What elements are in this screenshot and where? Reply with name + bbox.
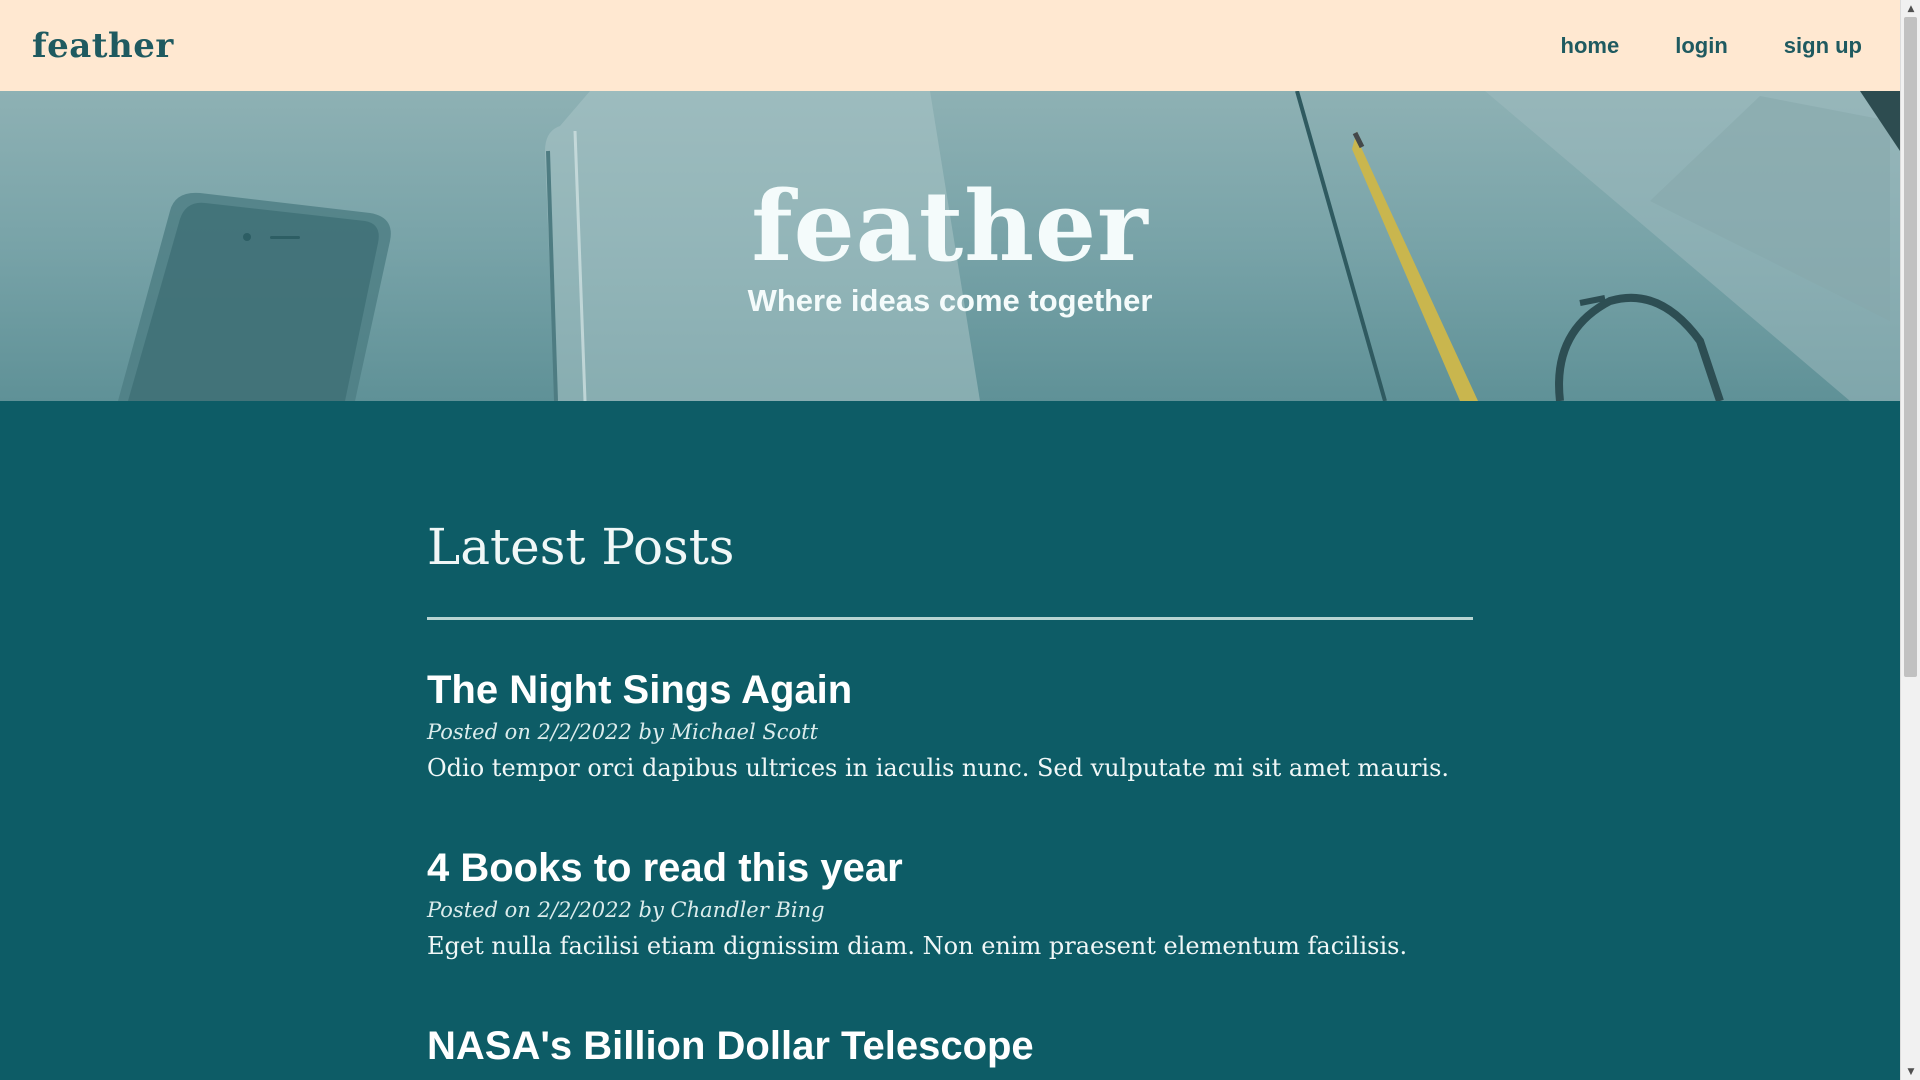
- hero-banner: feather Where ideas come together: [0, 91, 1900, 401]
- nav-link-home[interactable]: home: [1561, 33, 1620, 59]
- post-excerpt: Odio tempor orci dapibus ultrices in iac…: [427, 754, 1450, 782]
- main-content: Latest Posts The Night Sings Again Poste…: [0, 401, 1900, 1080]
- hero-title: feather: [751, 170, 1149, 283]
- nav-link-login[interactable]: login: [1675, 33, 1728, 59]
- post-meta: Posted on 2/2/2022 by Michael Scott: [427, 720, 819, 744]
- navbar: feather home login sign up: [0, 0, 1900, 91]
- hero-content: feather Where ideas come together: [0, 179, 1900, 319]
- page-scrollbar[interactable]: ▲ ▼: [1900, 0, 1920, 1080]
- scroll-up-arrow-icon[interactable]: ▲: [1901, 0, 1920, 17]
- post-meta: Posted on 2/2/2022 by Chandler Bing: [427, 898, 825, 922]
- nav-link-sign-up[interactable]: sign up: [1784, 33, 1862, 59]
- hero-subtitle: Where ideas come together: [747, 283, 1153, 318]
- scroll-down-arrow-icon[interactable]: ▼: [1901, 1063, 1920, 1080]
- post-item: 4 Books to read this year Posted on 2/2/…: [427, 844, 1473, 960]
- scrollbar-thumb[interactable]: [1904, 17, 1917, 677]
- section-divider: [427, 617, 1473, 620]
- post-title[interactable]: The Night Sings Again: [427, 666, 1473, 714]
- post-title[interactable]: NASA's Billion Dollar Telescope: [427, 1022, 1473, 1070]
- post-item: NASA's Billion Dollar Telescope: [427, 1022, 1473, 1070]
- post-title[interactable]: 4 Books to read this year: [427, 844, 1473, 892]
- post-excerpt: Eget nulla facilisi etiam dignissim diam…: [427, 932, 1408, 960]
- section-title: Latest Posts: [427, 518, 735, 576]
- post-item: The Night Sings Again Posted on 2/2/2022…: [427, 666, 1473, 782]
- brand-logo[interactable]: feather: [32, 26, 174, 66]
- nav-links: home login sign up: [1561, 33, 1862, 59]
- posts-container: Latest Posts The Night Sings Again Poste…: [427, 517, 1473, 1070]
